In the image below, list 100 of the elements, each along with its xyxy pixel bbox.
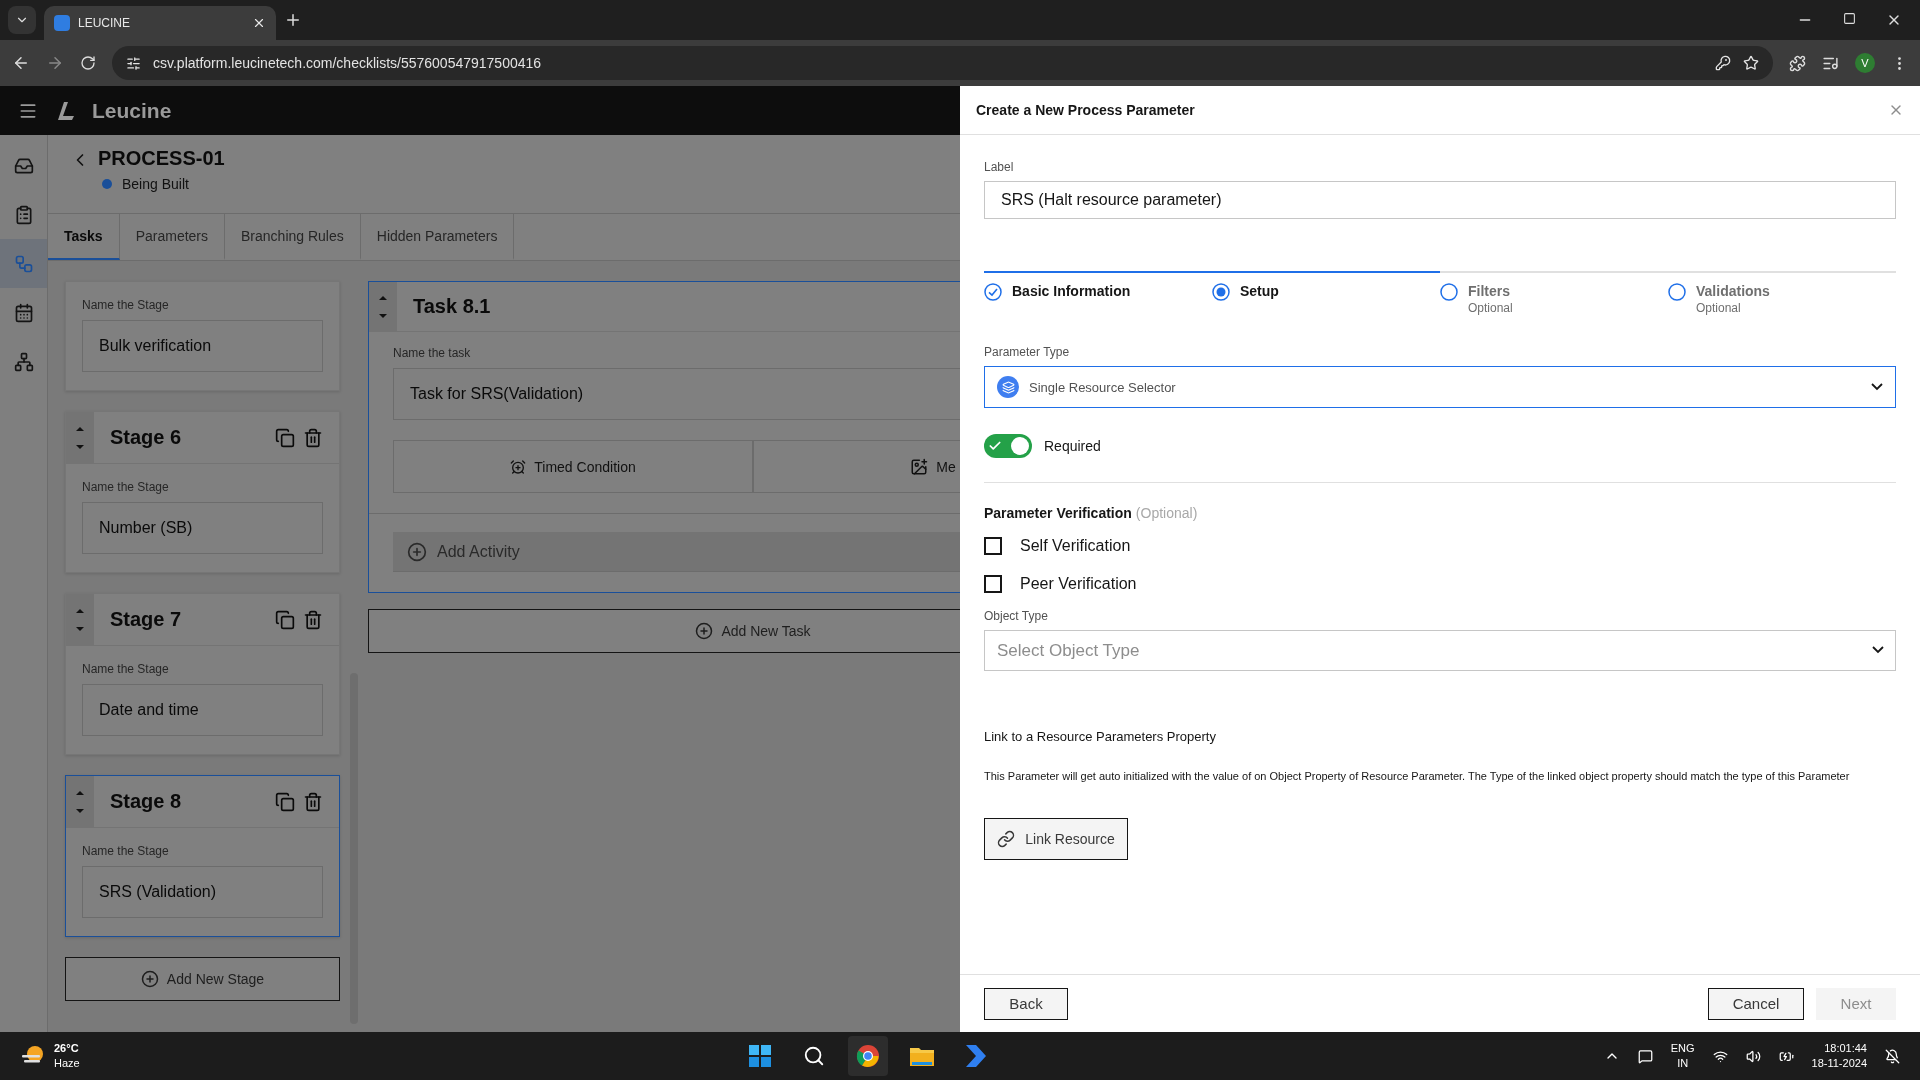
task-action-button[interactable]: Timed Condition (393, 440, 753, 493)
address-bar[interactable]: csv.platform.leucinetech.com/checklists/557600547917500416 (112, 46, 1773, 80)
copy-icon[interactable] (275, 609, 295, 630)
add-stage-button[interactable]: Add New Stage (65, 957, 340, 1001)
profile-avatar[interactable]: V (1855, 53, 1875, 73)
stage-card[interactable]: Name the Stage Bulk verification (65, 281, 340, 391)
bookmark-star-icon[interactable] (1743, 55, 1759, 71)
drawer-title: Create a New Process Parameter (976, 102, 1195, 118)
region[interactable]: IN (1677, 1056, 1689, 1071)
step-title[interactable]: Filters (1468, 283, 1513, 299)
stage-title: Stage 8 (110, 790, 183, 813)
step-title[interactable]: Validations (1696, 283, 1770, 299)
notification-icon[interactable] (1637, 1048, 1653, 1064)
task-action-button[interactable]: Me (753, 440, 960, 493)
plus-circle-icon (695, 622, 714, 640)
field-label: Name the Stage (82, 844, 170, 858)
chevron-down-icon (1872, 646, 1884, 654)
link-icon (997, 830, 1016, 848)
image-icon (910, 457, 929, 476)
link-description: This Parameter will get auto initialized with the value of on Object Property of Resource Parameter. The Type of the linked object property should match the type of this Parameter (984, 770, 1851, 782)
calendar-icon (13, 302, 34, 323)
key-icon[interactable] (1715, 55, 1731, 71)
stage-title: Stage 7 (110, 608, 183, 631)
optional-hint: (Optional) (1135, 505, 1198, 521)
add-task-button[interactable]: Add New Task (368, 609, 960, 653)
checkbox[interactable] (984, 575, 1002, 593)
trash-icon[interactable] (303, 791, 323, 812)
favicon-icon (54, 15, 70, 31)
status-text: Being Built (122, 176, 189, 192)
bell-icon[interactable] (1885, 1048, 1900, 1064)
browser-tab[interactable]: LEUCINE (44, 6, 276, 40)
copy-icon[interactable] (275, 791, 295, 812)
link-resource-button[interactable]: Link Resource (984, 818, 1128, 860)
tab[interactable]: Tasks (48, 214, 120, 260)
label-field[interactable]: SRS (Halt resource parameter) (984, 181, 1896, 219)
toggle-label: Required (1044, 438, 1101, 454)
chevron-down-icon (1871, 383, 1883, 391)
field-label: Name the task (393, 346, 472, 360)
field-label: Name the Stage (82, 480, 170, 494)
back-button[interactable]: Back (984, 987, 1068, 1020)
reload-icon[interactable] (80, 55, 96, 71)
field-label: Parameter Type (984, 345, 1071, 359)
clock-time[interactable]: 18:01:44 (1824, 1041, 1867, 1056)
volume-icon[interactable] (1745, 1048, 1761, 1064)
browser-icon (856, 1044, 880, 1068)
language[interactable]: ENG (1670, 1041, 1695, 1056)
windows-icon (749, 1045, 771, 1067)
wifi-icon[interactable] (1712, 1048, 1728, 1064)
stage-card[interactable]: Stage 8 Name the Stage SRS (Validation) (65, 775, 340, 937)
weather-condition: Haze (54, 1056, 80, 1071)
trash-icon[interactable] (303, 427, 323, 448)
stage-card[interactable]: Stage 7 Name the Stage Date and time (65, 593, 340, 755)
clock-date[interactable]: 18-11-2024 (1811, 1056, 1867, 1071)
folder-icon (910, 1046, 934, 1066)
step-title[interactable]: Basic Information (1012, 283, 1131, 299)
process-title: PROCESS-01 (98, 147, 225, 170)
cancel-button[interactable]: Cancel (1708, 987, 1804, 1020)
hierarchy-icon (13, 351, 34, 372)
extensions-icon[interactable] (1789, 54, 1806, 72)
trash-icon[interactable] (303, 609, 323, 630)
task-name-field[interactable]: Task for SRS(Validation) (393, 368, 960, 420)
add-activity-button[interactable]: Add Activity (393, 532, 960, 572)
field-label: Label (984, 160, 1015, 174)
field-label: Name the Stage (82, 298, 170, 312)
step-subtitle: Optional (1468, 301, 1513, 315)
brand-name: Leucine (92, 98, 172, 123)
close-tab-icon[interactable] (252, 16, 266, 30)
tab[interactable]: Hidden Parameters (360, 214, 515, 260)
plus-circle-icon (407, 541, 427, 562)
stage-name-field[interactable]: Bulk verification (82, 320, 323, 372)
checkbox[interactable] (984, 537, 1002, 555)
stage-title: Stage 6 (110, 426, 183, 449)
object-type-select[interactable]: Select Object Type (984, 630, 1896, 671)
new-tab-icon[interactable] (284, 11, 302, 29)
site-info-icon[interactable] (126, 55, 141, 71)
forward-icon[interactable] (46, 54, 64, 72)
stage-name-field[interactable]: SRS (Validation) (82, 866, 323, 918)
plus-circle-icon (140, 970, 159, 988)
tab[interactable]: Parameters (119, 214, 226, 260)
check-icon (988, 439, 1002, 453)
browser-app-button[interactable] (848, 1036, 888, 1076)
field-label: Object Type (984, 609, 1049, 623)
section-title: Parameter Verification (984, 505, 1132, 521)
stage-card[interactable]: Stage 6 Name the Stage Number (SB) (65, 411, 340, 573)
parameter-type-select[interactable]: Single Resource Selector (984, 366, 1896, 408)
required-toggle[interactable] (984, 434, 1032, 458)
search-icon (803, 1045, 825, 1067)
stage-name-field[interactable]: Number (SB) (82, 502, 323, 554)
tab[interactable]: Branching Rules (225, 214, 361, 260)
temperature: 26°C (54, 1041, 80, 1056)
back-icon[interactable] (12, 54, 30, 72)
tab-list-button[interactable] (8, 6, 36, 34)
step-title[interactable]: Setup (1240, 283, 1279, 299)
restore-icon[interactable] (1843, 12, 1856, 25)
status-dot (102, 179, 112, 189)
field-label: Name the Stage (82, 662, 170, 676)
task-title: Task 8.1 (413, 295, 492, 318)
copy-icon[interactable] (275, 427, 295, 448)
checkbox-label: Self Verification (1020, 537, 1131, 555)
stage-name-field[interactable]: Date and time (82, 684, 323, 736)
